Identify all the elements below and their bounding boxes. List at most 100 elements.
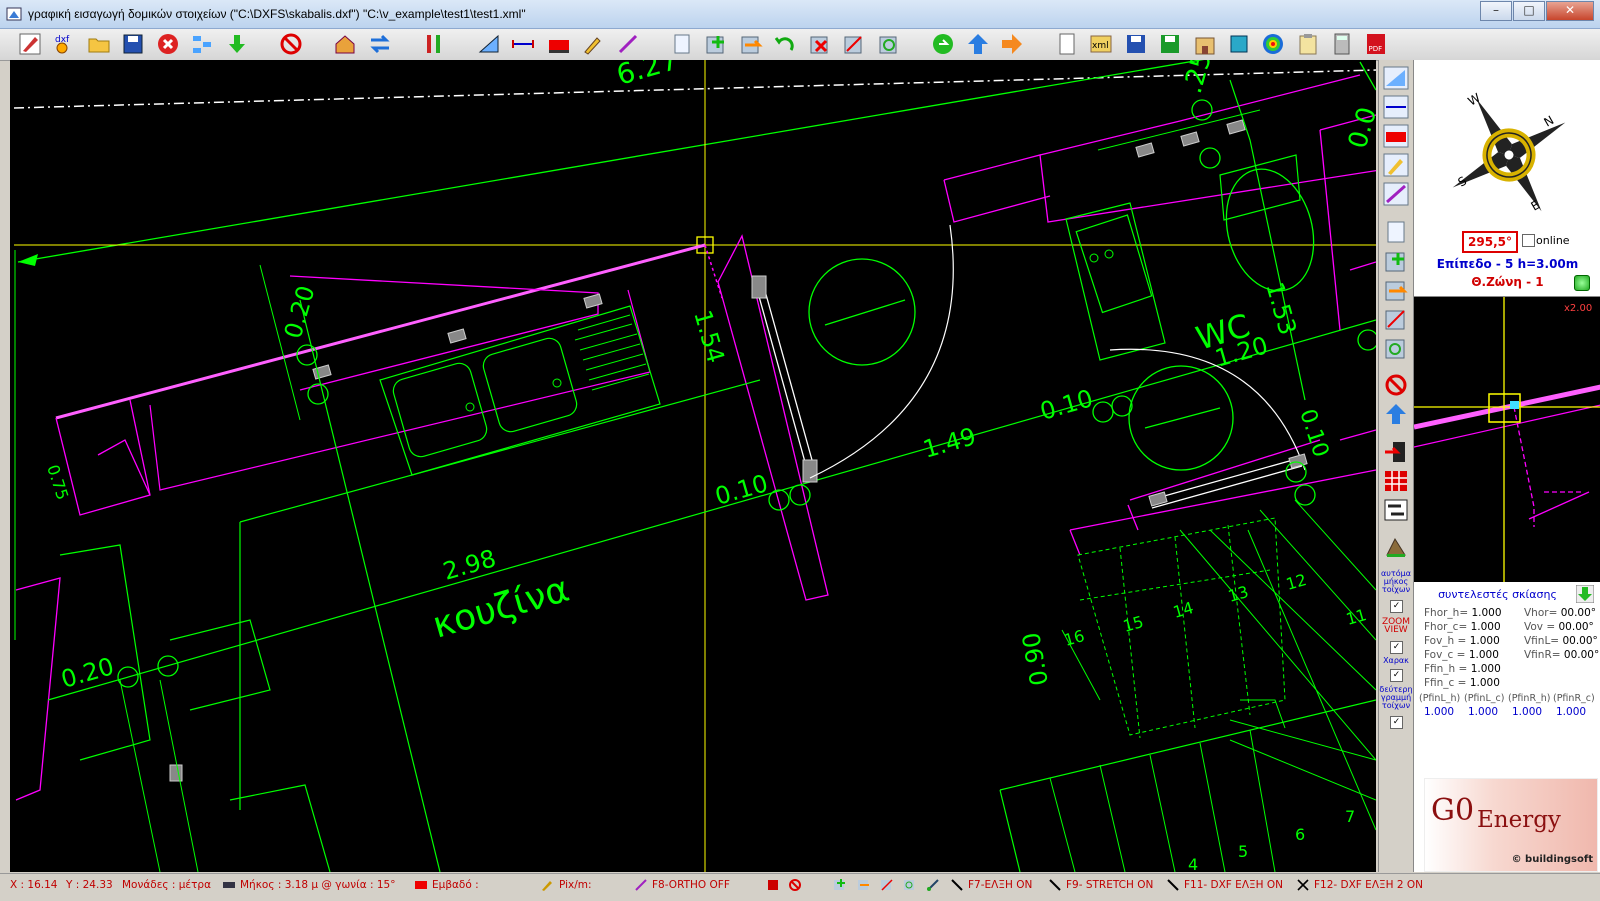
shade-down-arrow-icon[interactable] (1576, 585, 1594, 603)
rotate-small-icon[interactable] (903, 878, 917, 892)
dim-025: .25 (1178, 60, 1218, 97)
move-orange-icon[interactable] (1383, 278, 1409, 302)
line-f9-icon (1049, 879, 1061, 891)
no-entry-icon[interactable] (1383, 373, 1409, 397)
dimension-icon[interactable] (511, 32, 535, 56)
dxf-icon[interactable]: dxf (53, 32, 77, 56)
swap-arrows-icon[interactable] (368, 32, 392, 56)
go-icon[interactable] (931, 32, 955, 56)
move-small-icon[interactable] (857, 878, 871, 892)
tree-icon[interactable] (190, 32, 214, 56)
auto-wall-length-checkbox[interactable]: ✓ (1390, 600, 1403, 613)
zone-label: Θ.Ζώνη - 1 (1471, 275, 1544, 289)
minimize-button[interactable]: – (1480, 1, 1512, 21)
up-blue-icon[interactable] (966, 32, 990, 56)
status-f11[interactable]: F11- DXF ΕΛΞΗ ON (1184, 879, 1283, 891)
right-orange-icon[interactable] (1000, 32, 1024, 56)
clipboard-icon[interactable] (1296, 32, 1320, 56)
line-tool-icon[interactable] (616, 32, 640, 56)
ruler-icon[interactable] (1383, 66, 1409, 90)
ruler-icon[interactable] (477, 32, 501, 56)
coef-vfinr: VfinR= 00.00° (1524, 649, 1600, 661)
status-f9[interactable]: F9- STRETCH ON (1066, 879, 1153, 891)
save-icon[interactable] (121, 32, 145, 56)
pen-small-icon[interactable] (926, 878, 940, 892)
online-checkbox[interactable] (1522, 234, 1535, 247)
second-lines-checkbox[interactable]: ✓ (1390, 716, 1403, 729)
add-green-icon[interactable] (704, 32, 728, 56)
pencil-icon[interactable] (581, 32, 605, 56)
dimension-icon[interactable] (1383, 95, 1409, 119)
building-icon[interactable] (1193, 32, 1217, 56)
cancel-red-icon[interactable] (156, 32, 180, 56)
coef-vfinl: VfinL= 00.00° (1524, 635, 1598, 647)
add-small-icon[interactable] (833, 878, 847, 892)
tools-icon[interactable] (422, 32, 446, 56)
no-entry-small-icon[interactable] (788, 878, 802, 892)
right-tool-strip: αυτόμα μήκος τοίχων ✓ ZOOM VIEW ✓ Χαρακ … (1378, 60, 1413, 872)
dim-005: 0.0 (1343, 104, 1376, 152)
open-folder-icon[interactable] (87, 32, 111, 56)
stretch-icon[interactable] (1383, 307, 1409, 331)
save-green-icon[interactable] (1158, 32, 1182, 56)
status-f7[interactable]: F7-ΕΛΞΗ ON (968, 879, 1032, 891)
no-entry-icon[interactable] (279, 32, 303, 56)
house-icon[interactable] (333, 32, 357, 56)
dim-154: 1.54 (688, 307, 730, 366)
green-down-arrow-icon[interactable] (225, 32, 249, 56)
pf-val-finr-c: 1.000 (1556, 706, 1587, 718)
zoom-view-checkbox[interactable]: ✓ (1390, 641, 1403, 654)
status-bar: X : 16.14 Y : 24.33 Μονάδες : μέτρα Μήκο… (0, 873, 1600, 901)
pencil-icon[interactable] (1383, 153, 1409, 177)
dim-149: 1.49 (920, 422, 979, 464)
status-units: Μονάδες : μέτρα (122, 879, 212, 891)
exit-red-icon[interactable] (1383, 440, 1409, 464)
save2-icon[interactable] (1124, 32, 1148, 56)
drawing-canvas[interactable]: 6.27 .25 0.0 0.20 1.54 0.75 1.53 1.20 0.… (10, 60, 1376, 872)
add-green-icon[interactable] (1383, 249, 1409, 273)
main-toolbar: dxf xml PDF (0, 29, 1600, 61)
status-y: Y : 24.33 (66, 879, 113, 891)
calculator-icon[interactable] (1330, 32, 1354, 56)
swap-black-icon[interactable] (1383, 498, 1409, 522)
close-button[interactable]: ✕ (1546, 1, 1594, 21)
mini-map-zoom: x2.00 (1564, 303, 1592, 314)
line-small-icon (635, 879, 647, 891)
rotate-icon[interactable] (1383, 336, 1409, 360)
pf-val-finr-h: 1.000 (1512, 706, 1543, 718)
rotate-icon[interactable] (877, 32, 901, 56)
delete-red-icon[interactable] (808, 32, 832, 56)
xarak-label: Χαρακ (1383, 656, 1409, 665)
stretch-small-icon[interactable] (880, 878, 894, 892)
dim-627: 6.27 (613, 60, 682, 92)
red-wall-icon[interactable] (1383, 124, 1409, 148)
move-orange-icon[interactable] (739, 32, 763, 56)
new-page-icon[interactable] (1055, 32, 1079, 56)
layers-icon[interactable] (1227, 32, 1251, 56)
red-wall-icon[interactable] (547, 32, 571, 56)
page-icon[interactable] (670, 32, 694, 56)
line-f11-icon (1167, 879, 1179, 891)
step-14: 14 (1171, 598, 1196, 622)
shade-icon[interactable] (1383, 535, 1409, 559)
orientation-angle[interactable]: 295,5° (1462, 231, 1518, 253)
status-f12[interactable]: F12- DXF ΕΛΞΗ 2 ON (1314, 879, 1423, 891)
pdf-icon[interactable]: PDF (1364, 32, 1388, 56)
undo-green-icon[interactable] (773, 32, 797, 56)
target-icon[interactable] (1261, 32, 1285, 56)
line-tool-icon[interactable] (1383, 182, 1409, 206)
grid-red-icon[interactable] (1383, 469, 1409, 493)
maximize-button[interactable]: □ (1513, 1, 1545, 21)
xml-icon[interactable]: xml (1089, 32, 1113, 56)
zone-status-icon[interactable] (1574, 275, 1590, 291)
pf-head-finr-c: (PfinR_c) (1553, 693, 1595, 704)
mini-map[interactable]: x2.00 (1413, 296, 1600, 582)
stretch-icon[interactable] (842, 32, 866, 56)
xarak-checkbox[interactable]: ✓ (1390, 669, 1403, 682)
line-f7-icon (951, 879, 963, 891)
up-blue-icon[interactable] (1383, 402, 1409, 426)
page-icon[interactable] (1383, 220, 1409, 244)
status-f8-ortho[interactable]: F8-ORTHO OFF (652, 879, 730, 891)
edit-pen-icon[interactable] (18, 32, 42, 56)
snap-red-icon[interactable] (766, 878, 780, 892)
